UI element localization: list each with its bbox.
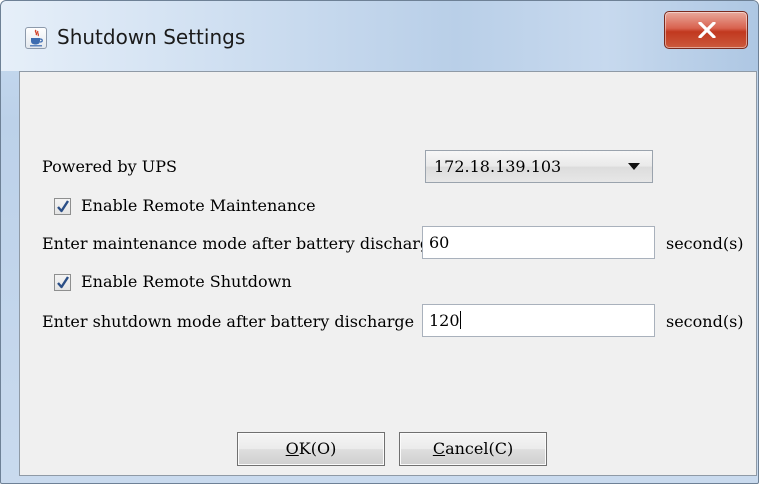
maintenance-seconds-input[interactable]: 60 [422,226,655,259]
powered-by-ups-label: Powered by UPS [42,157,177,176]
ok-label: K(O) [298,439,337,458]
shutdown-seconds-input[interactable]: 120 [422,304,655,337]
enable-remote-maintenance-checkbox[interactable] [54,198,71,215]
enable-remote-shutdown-label: Enable Remote Shutdown [81,272,292,291]
title-bar[interactable]: Shutdown Settings [1,1,758,71]
cancel-mnemonic: C [432,439,446,458]
window-title: Shutdown Settings [57,25,246,49]
enable-remote-maintenance-label: Enable Remote Maintenance [81,196,316,215]
java-coffee-cup-icon [25,27,47,49]
checkmark-icon [57,200,70,213]
checkmark-icon [57,276,70,289]
ups-select[interactable]: 172.18.139.103 [425,150,653,183]
dropdown-arrow-icon[interactable] [628,163,640,170]
shutdown-mode-label: Enter shutdown mode after battery discha… [42,312,415,331]
ok-button[interactable]: OK(O) [237,432,385,466]
settings-panel: Powered by UPS 172.18.139.103 Enable Rem… [19,71,757,476]
shutdown-unit-label: second(s) [666,312,744,331]
ok-mnemonic: O [285,439,299,458]
cancel-label: ancel(C) [445,439,514,458]
maintenance-unit-label: second(s) [666,234,744,253]
shutdown-seconds-value: 120 [429,311,460,330]
maintenance-mode-label: Enter maintenance mode after battery dis… [42,234,440,253]
cancel-button[interactable]: Cancel(C) [399,432,547,466]
maintenance-seconds-value: 60 [429,233,450,252]
text-cursor [459,311,461,329]
enable-remote-shutdown-checkbox[interactable] [54,274,71,291]
close-x-icon [698,22,716,38]
shutdown-settings-dialog: Shutdown Settings Powered by UPS 172.18.… [0,0,759,484]
ups-selected-value: 172.18.139.103 [434,157,562,176]
close-button[interactable] [664,11,748,49]
